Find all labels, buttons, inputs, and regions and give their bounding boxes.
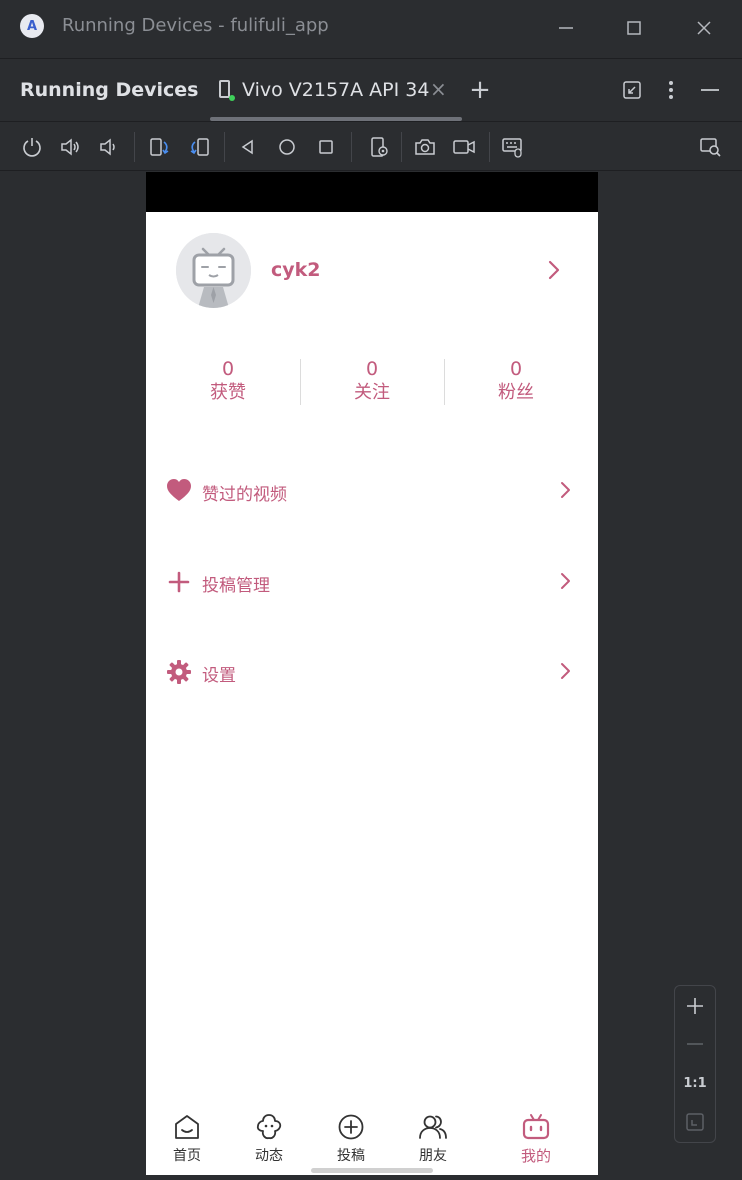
bottom-navigation: 首页 动态 投稿 朋友 我的 bbox=[146, 1107, 598, 1175]
device-settings-icon[interactable] bbox=[366, 134, 392, 160]
menu-label: 设置 bbox=[202, 666, 236, 686]
chevron-right-icon bbox=[558, 661, 574, 681]
device-screen[interactable]: cyk2 0 获赞 0 关注 0 粉丝 赞过的视频 投稿管理 设置 首页 动态 … bbox=[146, 172, 598, 1175]
zoom-out-icon[interactable] bbox=[675, 1026, 715, 1062]
nav-home[interactable]: 首页 bbox=[152, 1112, 222, 1172]
rotate-right-icon[interactable] bbox=[186, 134, 212, 160]
nav-label: 动态 bbox=[255, 1148, 283, 1164]
rotate-left-icon[interactable] bbox=[147, 134, 173, 160]
toolbar-separator bbox=[134, 132, 135, 162]
maximize-icon[interactable] bbox=[620, 14, 648, 42]
nav-post[interactable]: 投稿 bbox=[316, 1112, 386, 1172]
stat-likes-value: 0 bbox=[221, 358, 235, 380]
add-circle-icon bbox=[338, 1114, 364, 1140]
chevron-right-icon bbox=[558, 480, 574, 500]
hide-panel-icon[interactable] bbox=[697, 77, 723, 103]
menu-item-settings[interactable]: 设置 bbox=[166, 651, 578, 691]
username[interactable]: cyk2 bbox=[271, 259, 321, 281]
stat-following-label: 关注 bbox=[354, 382, 390, 403]
stat-fans-value: 0 bbox=[509, 358, 523, 380]
zoom-controls: 1:1 bbox=[674, 985, 716, 1143]
add-device-icon[interactable]: + bbox=[467, 75, 493, 105]
keyboard-icon[interactable] bbox=[500, 134, 526, 160]
android-studio-icon: A bbox=[20, 14, 44, 38]
tool-window-header: Running Devices Vivo V2157A API 34 × + bbox=[0, 58, 742, 121]
device-tab-label: Vivo V2157A API 34 bbox=[242, 79, 430, 101]
gesture-bar[interactable] bbox=[311, 1168, 433, 1173]
volume-up-icon[interactable] bbox=[57, 134, 83, 160]
phone-icon bbox=[219, 80, 230, 98]
nav-label: 首页 bbox=[173, 1148, 201, 1164]
stat-following-value: 0 bbox=[365, 358, 379, 380]
power-icon[interactable] bbox=[19, 134, 45, 160]
online-status-dot bbox=[229, 95, 235, 101]
mirror-search-icon[interactable] bbox=[698, 134, 724, 160]
tool-window-title: Running Devices bbox=[20, 79, 199, 101]
minimize-icon[interactable] bbox=[552, 14, 580, 42]
volume-down-icon[interactable] bbox=[95, 134, 121, 160]
chevron-right-icon bbox=[558, 571, 574, 591]
close-tab-icon[interactable]: × bbox=[430, 77, 447, 101]
nav-label: 朋友 bbox=[419, 1148, 447, 1164]
zoom-in-icon[interactable] bbox=[675, 988, 715, 1024]
toolbar-separator bbox=[224, 132, 225, 162]
zoom-fit-icon[interactable] bbox=[675, 1104, 715, 1140]
toolbar-separator bbox=[489, 132, 490, 162]
tv-icon bbox=[522, 1114, 550, 1140]
ide-window: A Running Devices - fulifuli_app Running… bbox=[0, 0, 742, 1180]
menu-item-liked-videos[interactable]: 赞过的视频 bbox=[166, 470, 578, 510]
nav-friends[interactable]: 朋友 bbox=[398, 1112, 468, 1172]
overview-icon[interactable] bbox=[313, 134, 339, 160]
back-icon[interactable] bbox=[235, 134, 261, 160]
close-window-icon[interactable] bbox=[690, 14, 718, 42]
nav-me[interactable]: 我的 bbox=[501, 1112, 571, 1172]
profile-chevron-icon[interactable] bbox=[544, 260, 564, 280]
heart-icon bbox=[166, 478, 192, 504]
nav-trends[interactable]: 动态 bbox=[234, 1112, 304, 1172]
device-display-area: cyk2 0 获赞 0 关注 0 粉丝 赞过的视频 投稿管理 设置 首页 动态 … bbox=[0, 172, 742, 1180]
stat-fans[interactable]: 0 粉丝 bbox=[444, 357, 588, 405]
trends-icon bbox=[256, 1114, 282, 1140]
menu-label: 赞过的视频 bbox=[202, 485, 287, 505]
more-options-icon[interactable] bbox=[658, 77, 684, 103]
friends-icon bbox=[419, 1115, 447, 1139]
nav-label: 我的 bbox=[520, 1147, 551, 1165]
menu-item-submissions[interactable]: 投稿管理 bbox=[166, 561, 578, 601]
avatar[interactable] bbox=[176, 233, 251, 308]
screenshot-icon[interactable] bbox=[412, 134, 438, 160]
home-smile-icon bbox=[175, 1115, 199, 1139]
device-toolbar bbox=[0, 121, 742, 171]
toolbar-separator bbox=[351, 132, 352, 162]
stat-fans-label: 粉丝 bbox=[498, 382, 534, 403]
status-bar bbox=[146, 172, 598, 212]
title-bar: A Running Devices - fulifuli_app bbox=[0, 0, 742, 56]
plus-icon bbox=[166, 569, 192, 595]
device-tab[interactable]: Vivo V2157A API 34 × bbox=[210, 59, 462, 121]
stat-likes-label: 获赞 bbox=[210, 382, 246, 403]
profile-stats: 0 获赞 0 关注 0 粉丝 bbox=[156, 357, 588, 407]
home-icon[interactable] bbox=[274, 134, 300, 160]
window-title: Running Devices - fulifuli_app bbox=[62, 15, 329, 36]
screen-record-icon[interactable] bbox=[451, 134, 477, 160]
stat-following[interactable]: 0 关注 bbox=[300, 357, 444, 405]
stat-likes[interactable]: 0 获赞 bbox=[156, 357, 300, 405]
toolbar-separator bbox=[401, 132, 402, 162]
menu-label: 投稿管理 bbox=[202, 576, 270, 596]
gear-icon bbox=[166, 659, 192, 685]
zoom-actual-size-button[interactable]: 1:1 bbox=[675, 1065, 715, 1101]
minimize-tool-window-icon[interactable] bbox=[619, 77, 645, 103]
nav-label: 投稿 bbox=[337, 1148, 365, 1164]
